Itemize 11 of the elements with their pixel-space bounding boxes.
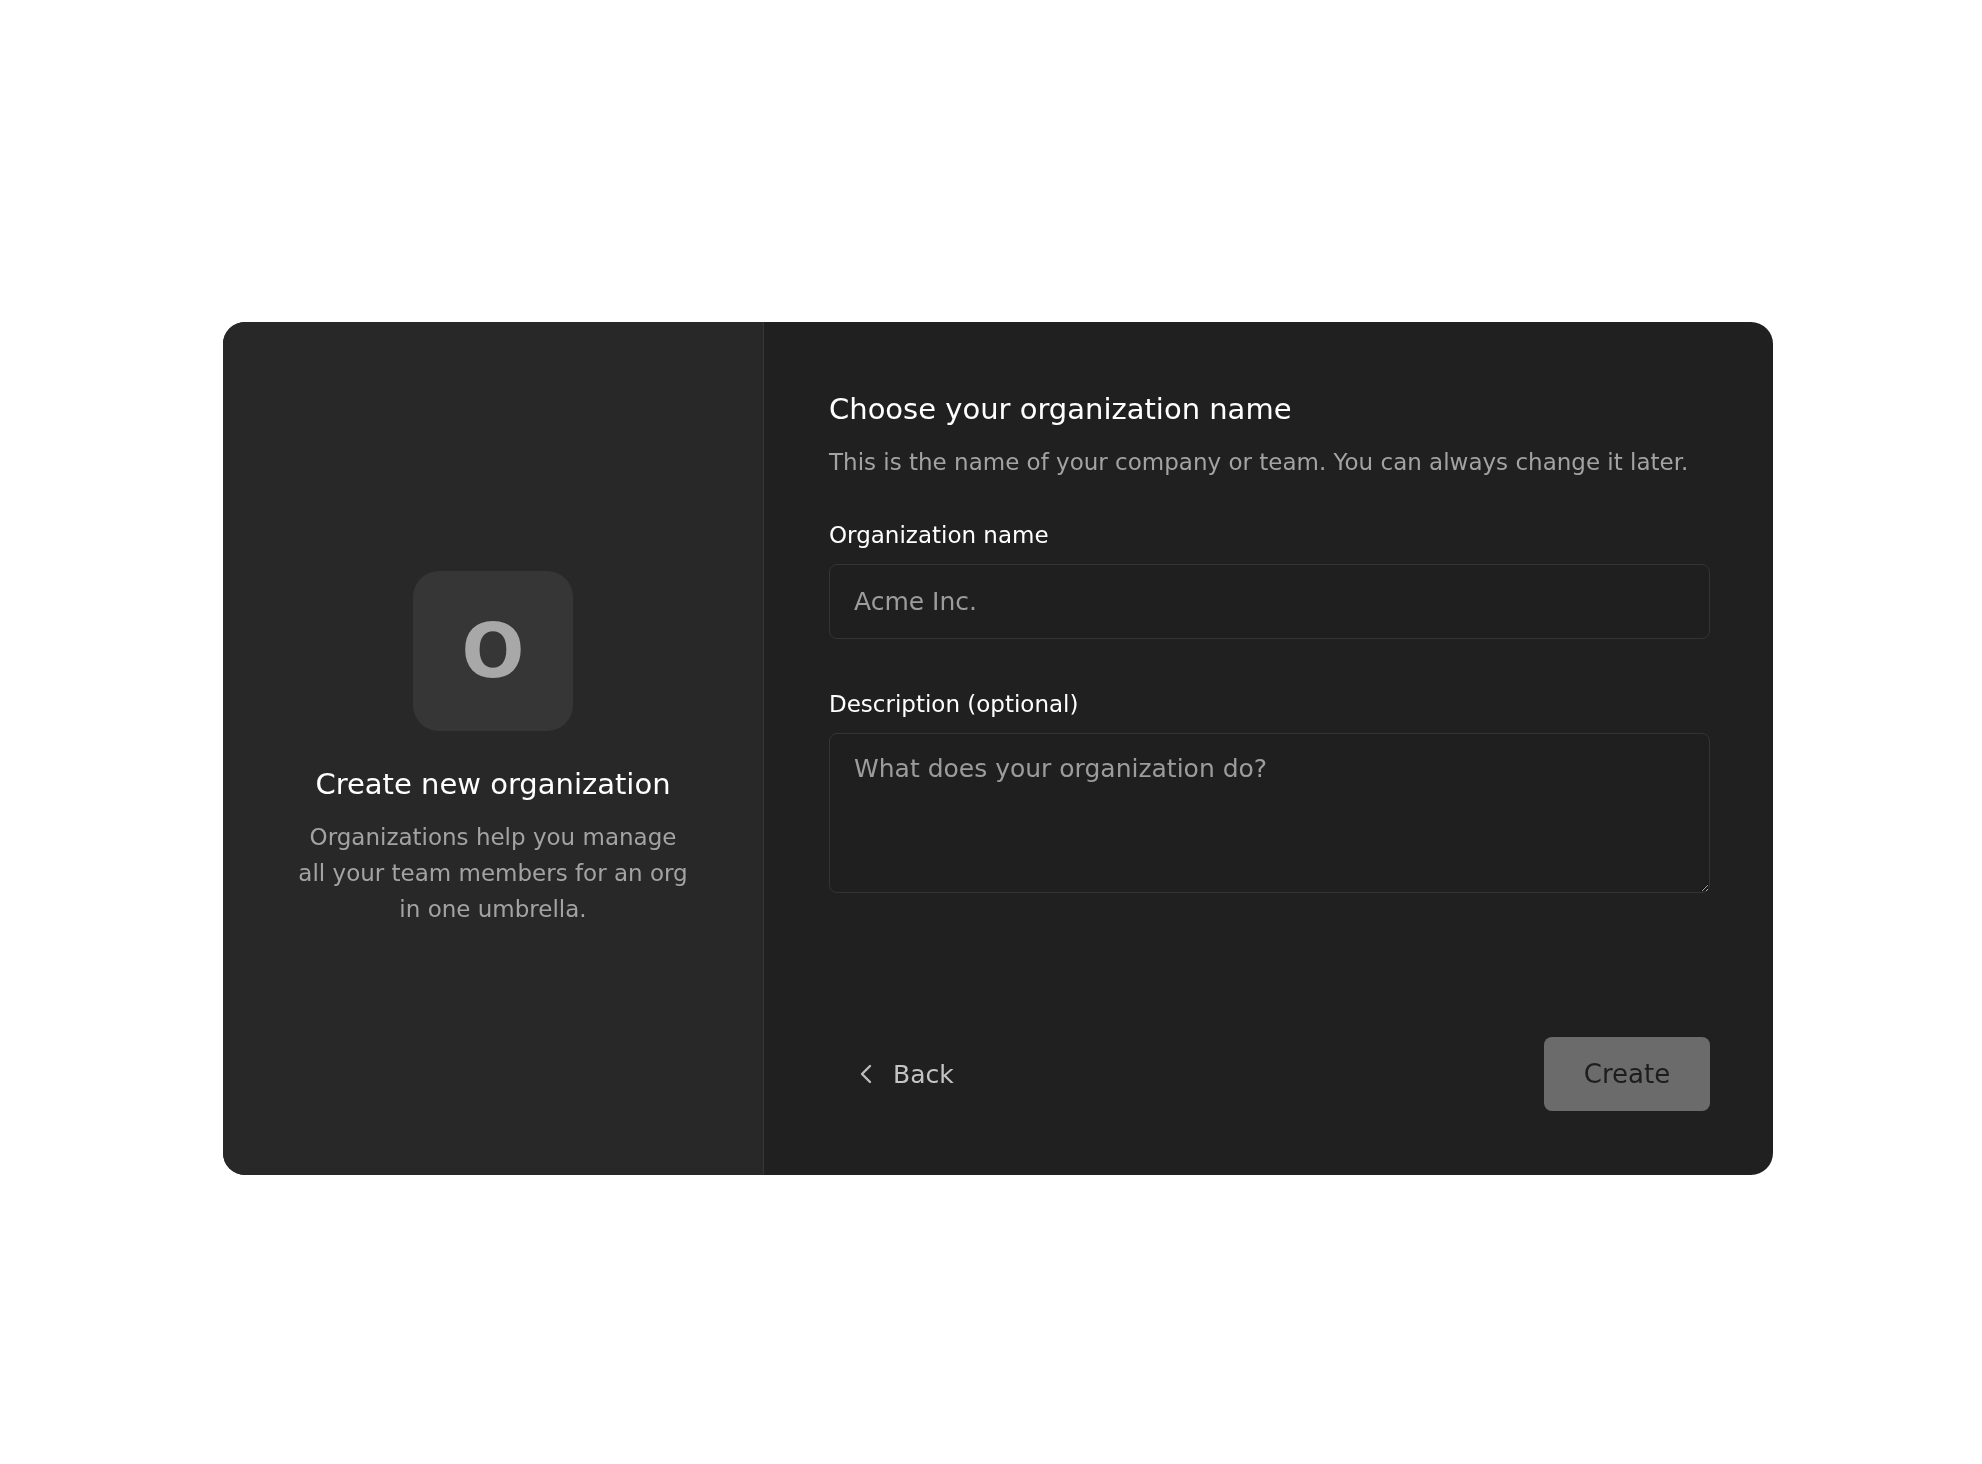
field-label: Description (optional) — [829, 691, 1080, 717]
description-textarea[interactable]: What does your organization do? — [829, 733, 1710, 893]
intro-description: Organizations help you manage all your team members for an org in one umbrella. — [297, 822, 689, 924]
chevron-left-icon — [859, 1063, 873, 1085]
back-button[interactable]: Back — [829, 1049, 974, 1099]
intro-title: Create new organization — [315, 766, 671, 801]
organization-avatar: O — [413, 570, 573, 731]
form-description: This is the name of your company or team. You can always change it later. — [829, 448, 1690, 477]
field-label: Organization name — [829, 522, 1050, 548]
organization-name-input[interactable]: Acme Inc. — [829, 564, 1710, 639]
form-title: Choose your organization name — [829, 392, 1293, 426]
